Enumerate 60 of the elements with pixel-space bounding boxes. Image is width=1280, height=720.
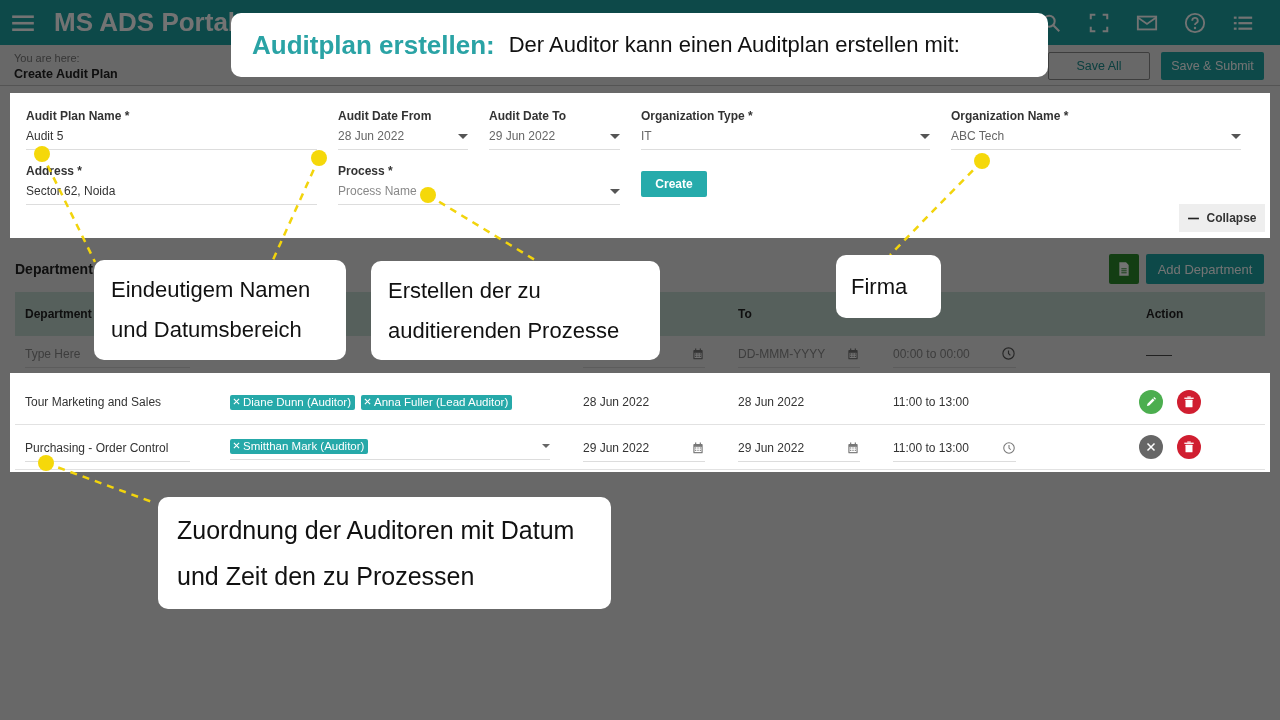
clock-icon (1002, 440, 1016, 455)
callout-text: Eindeutigem Namen und Datumsbereich (111, 276, 312, 344)
time-field[interactable]: 11:00 to 13:00 (893, 432, 1016, 462)
table-cell: 28 Jun 2022 (583, 395, 650, 409)
calendar-icon (691, 346, 705, 361)
caret-icon (542, 444, 550, 448)
input-field[interactable]: Sector 62, Noida (26, 184, 317, 205)
collapse-button[interactable]: Collapse (1179, 204, 1265, 232)
date-field[interactable]: 29 Jun 2022 (583, 432, 705, 462)
clock-icon (1001, 346, 1016, 361)
calendar-icon (846, 346, 860, 361)
remove-icon[interactable] (232, 397, 241, 406)
export-button[interactable] (1109, 254, 1139, 284)
fullscreen-icon[interactable] (1088, 11, 1110, 34)
spreadsheet-icon (1116, 261, 1132, 277)
table-cell: Tour Marketing and Sales (25, 395, 162, 409)
table-cell: 11:00 to 13:00 (893, 395, 969, 409)
dropdown-field[interactable]: 29 Jun 2022 (489, 129, 620, 150)
date-field[interactable]: 29 Jun 2022 (738, 432, 860, 462)
delete-button[interactable] (1177, 435, 1201, 459)
dropdown-field[interactable]: ABC Tech (951, 129, 1241, 150)
dropdown-field[interactable]: IT (641, 129, 930, 150)
column-header: Department (25, 307, 92, 321)
field-label: Process * (338, 164, 394, 178)
remove-icon[interactable] (232, 441, 241, 450)
trash-icon (1182, 395, 1196, 409)
field-label: Audit Plan Name * (26, 109, 131, 123)
column-header: Action (1146, 307, 1184, 321)
calendar-icon (846, 440, 860, 455)
callout-text: Firma (851, 272, 909, 301)
caret-icon (1231, 133, 1241, 139)
field-label: Audit Date To (489, 109, 568, 123)
dropdown-field[interactable]: 28 Jun 2022 (338, 129, 468, 150)
caret-icon (610, 188, 620, 194)
field-label: Organization Name * (951, 109, 1070, 123)
caret-icon (610, 133, 620, 139)
delete-button[interactable] (1177, 390, 1201, 414)
column-header: To (738, 307, 752, 321)
cancel-button[interactable] (1139, 435, 1163, 459)
caret-icon (920, 133, 930, 139)
callout-text: Zuordnung der Auditoren mit Datum und Zeit den zu Prozessen (177, 515, 576, 592)
page-title: Create Audit Plan (14, 66, 118, 81)
field-label: Organization Type * (641, 109, 754, 123)
edit-button[interactable] (1139, 390, 1163, 414)
calendar-icon (691, 440, 705, 455)
section-title: Department (15, 261, 93, 277)
empty-value-text: —— (1146, 346, 1172, 362)
close-icon (1145, 441, 1157, 453)
callout-text: Der Auditor kann einen Auditplan erstellen mit: (508, 31, 960, 59)
pencil-icon (1144, 395, 1158, 409)
remove-icon[interactable] (363, 397, 373, 406)
help-icon[interactable] (1184, 11, 1206, 34)
caret-icon (458, 133, 468, 139)
trash-icon (1182, 440, 1196, 454)
table-cell: 28 Jun 2022 (738, 395, 805, 409)
callout-text: Erstellen der zu auditierenden Prozesse (388, 276, 621, 345)
app-title: MS ADS Portal (54, 7, 236, 38)
callout-heading: Auditplan erstellen: (252, 29, 495, 61)
field-label: Address * (26, 164, 84, 178)
field-label: Audit Date From (338, 109, 433, 123)
